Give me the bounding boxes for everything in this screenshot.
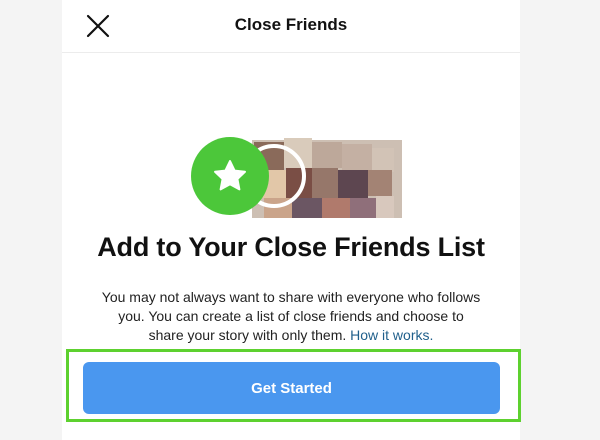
description: You may not always want to share with ev…	[80, 288, 502, 345]
description-line: You may not always want to share with ev…	[101, 289, 481, 305]
get-started-button[interactable]: Get Started	[83, 362, 500, 414]
description-line: you. You can create a list of close frie…	[118, 308, 464, 324]
star-badge	[191, 137, 269, 215]
page-title: Close Friends	[234, 15, 348, 34]
close-friends-illustration	[180, 124, 410, 224]
how-it-works-link[interactable]: How it works.	[350, 327, 433, 343]
main-heading: Add to Your Close Friends List	[97, 232, 485, 262]
top-bar: Close Friends	[62, 0, 520, 53]
description-line: share your story with only them.	[148, 327, 347, 343]
